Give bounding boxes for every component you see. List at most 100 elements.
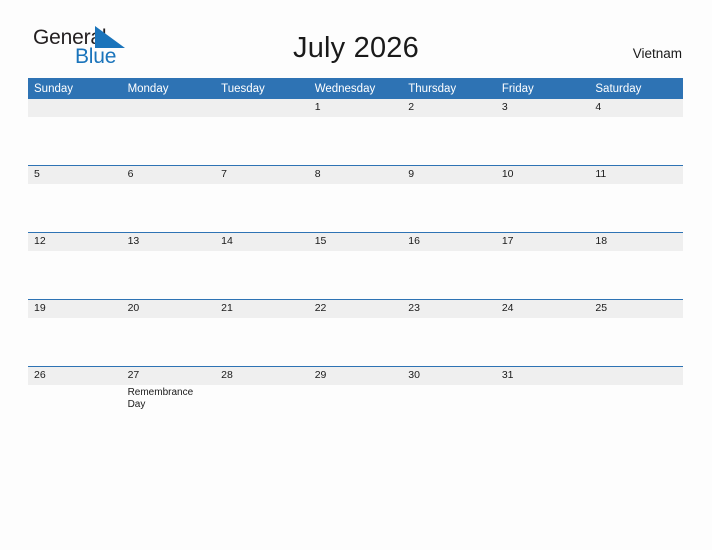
day-number: 14: [215, 233, 309, 251]
day-cell[interactable]: 4: [589, 99, 683, 166]
day-cell[interactable]: 11: [589, 165, 683, 233]
day-event: [496, 385, 590, 387]
day-number: 20: [121, 300, 216, 318]
day-cell[interactable]: 26: [28, 366, 122, 433]
day-cell[interactable]: 17: [495, 232, 590, 300]
day-event: [589, 251, 683, 253]
day-cell[interactable]: 25: [589, 299, 683, 367]
day-number: 19: [28, 300, 122, 318]
day-cell[interactable]: 31: [495, 366, 590, 433]
day-number: 22: [308, 300, 403, 318]
week-row: 19 20 21 22 23 24 25: [28, 299, 683, 367]
day-cell[interactable]: 20: [121, 299, 216, 367]
day-number: 17: [495, 233, 590, 251]
day-event: [122, 184, 216, 186]
day-cell[interactable]: 2: [402, 99, 496, 166]
month-calendar-table: Sunday Monday Tuesday Wednesday Thursday…: [28, 78, 683, 433]
day-number: 4: [589, 99, 683, 117]
day-number: 27: [121, 367, 216, 385]
day-cell[interactable]: 19: [28, 299, 122, 367]
day-cell[interactable]: 21: [215, 299, 309, 367]
day-number: 1: [308, 99, 403, 117]
day-cell[interactable]: 14: [215, 232, 309, 300]
day-cell[interactable]: 9: [402, 165, 496, 233]
day-cell[interactable]: 8: [308, 165, 403, 233]
page-title: July 2026: [293, 32, 419, 64]
week-row: 1 2 3 4: [28, 99, 683, 166]
day-event: Remembrance Day: [127, 387, 194, 410]
day-number: 31: [495, 367, 590, 385]
day-number: 3: [495, 99, 590, 117]
day-number: 26: [28, 367, 122, 385]
day-cell[interactable]: 7: [215, 165, 309, 233]
day-cell[interactable]: [28, 99, 122, 166]
week-row: 26 27 Remembrance Day 28 29 30 31: [28, 366, 683, 433]
day-cell[interactable]: 24: [495, 299, 590, 367]
country-label: Vietnam: [632, 46, 682, 61]
day-cell[interactable]: 13: [121, 232, 216, 300]
day-cell[interactable]: [589, 366, 683, 433]
day-number: 6: [121, 166, 216, 184]
week-row: 5 6 7 8 9 10 11: [28, 165, 683, 233]
day-number: 7: [215, 166, 309, 184]
day-cell[interactable]: 3: [495, 99, 590, 166]
day-event: [28, 251, 122, 253]
day-number: 23: [402, 300, 496, 318]
day-event: [215, 251, 309, 253]
day-event: [496, 117, 590, 119]
day-number: 24: [495, 300, 590, 318]
day-event: [402, 251, 496, 253]
day-event: [215, 318, 309, 320]
day-event: [589, 385, 683, 387]
weekday-header-saturday: Saturday: [589, 78, 683, 99]
calendar-header-row-group: Sunday Monday Tuesday Wednesday Thursday…: [28, 78, 683, 99]
day-event: [215, 117, 309, 119]
day-cell[interactable]: 18: [589, 232, 683, 300]
day-event: [496, 184, 590, 186]
day-cell[interactable]: 15: [308, 232, 403, 300]
page-header: General Blue July 2026 Vietnam: [0, 0, 712, 78]
day-number: [215, 99, 309, 117]
day-cell[interactable]: 10: [495, 165, 590, 233]
day-number: 28: [215, 367, 309, 385]
day-number: 16: [402, 233, 496, 251]
day-event: [28, 385, 122, 387]
day-event: [402, 318, 496, 320]
day-cell[interactable]: [121, 99, 216, 166]
day-event: [402, 385, 496, 387]
weekday-header-friday: Friday: [495, 78, 590, 99]
day-event: [122, 251, 216, 253]
day-number: [589, 367, 683, 385]
day-event: [309, 385, 403, 387]
day-number: 5: [28, 166, 122, 184]
day-cell[interactable]: 1: [308, 99, 403, 166]
day-event: [589, 117, 683, 119]
day-number: 8: [308, 166, 403, 184]
day-event: [28, 117, 122, 119]
day-cell[interactable]: 23: [402, 299, 496, 367]
day-cell[interactable]: 29: [308, 366, 403, 433]
weekday-header-row: Sunday Monday Tuesday Wednesday Thursday…: [28, 78, 683, 99]
day-event: [402, 117, 496, 119]
calendar-body: 1 2 3 4 5 6 7 8 9 10 11 12 13 14 15 16 1…: [28, 99, 683, 433]
day-number: 9: [402, 166, 496, 184]
day-cell[interactable]: [215, 99, 309, 166]
day-number: [28, 99, 122, 117]
day-cell[interactable]: 27 Remembrance Day: [121, 366, 216, 433]
day-cell[interactable]: 30: [402, 366, 496, 433]
day-cell[interactable]: 28: [215, 366, 309, 433]
day-event: [309, 117, 403, 119]
day-cell[interactable]: 22: [308, 299, 403, 367]
day-event: [589, 184, 683, 186]
weekday-header-wednesday: Wednesday: [308, 78, 403, 99]
day-cell[interactable]: 12: [28, 232, 122, 300]
day-number: 11: [589, 166, 683, 184]
day-cell[interactable]: 6: [121, 165, 216, 233]
day-event: [215, 385, 309, 387]
day-number: 21: [215, 300, 309, 318]
day-cell[interactable]: 5: [28, 165, 122, 233]
day-number: 30: [402, 367, 496, 385]
day-event: [589, 318, 683, 320]
day-cell[interactable]: 16: [402, 232, 496, 300]
day-event: [496, 318, 590, 320]
